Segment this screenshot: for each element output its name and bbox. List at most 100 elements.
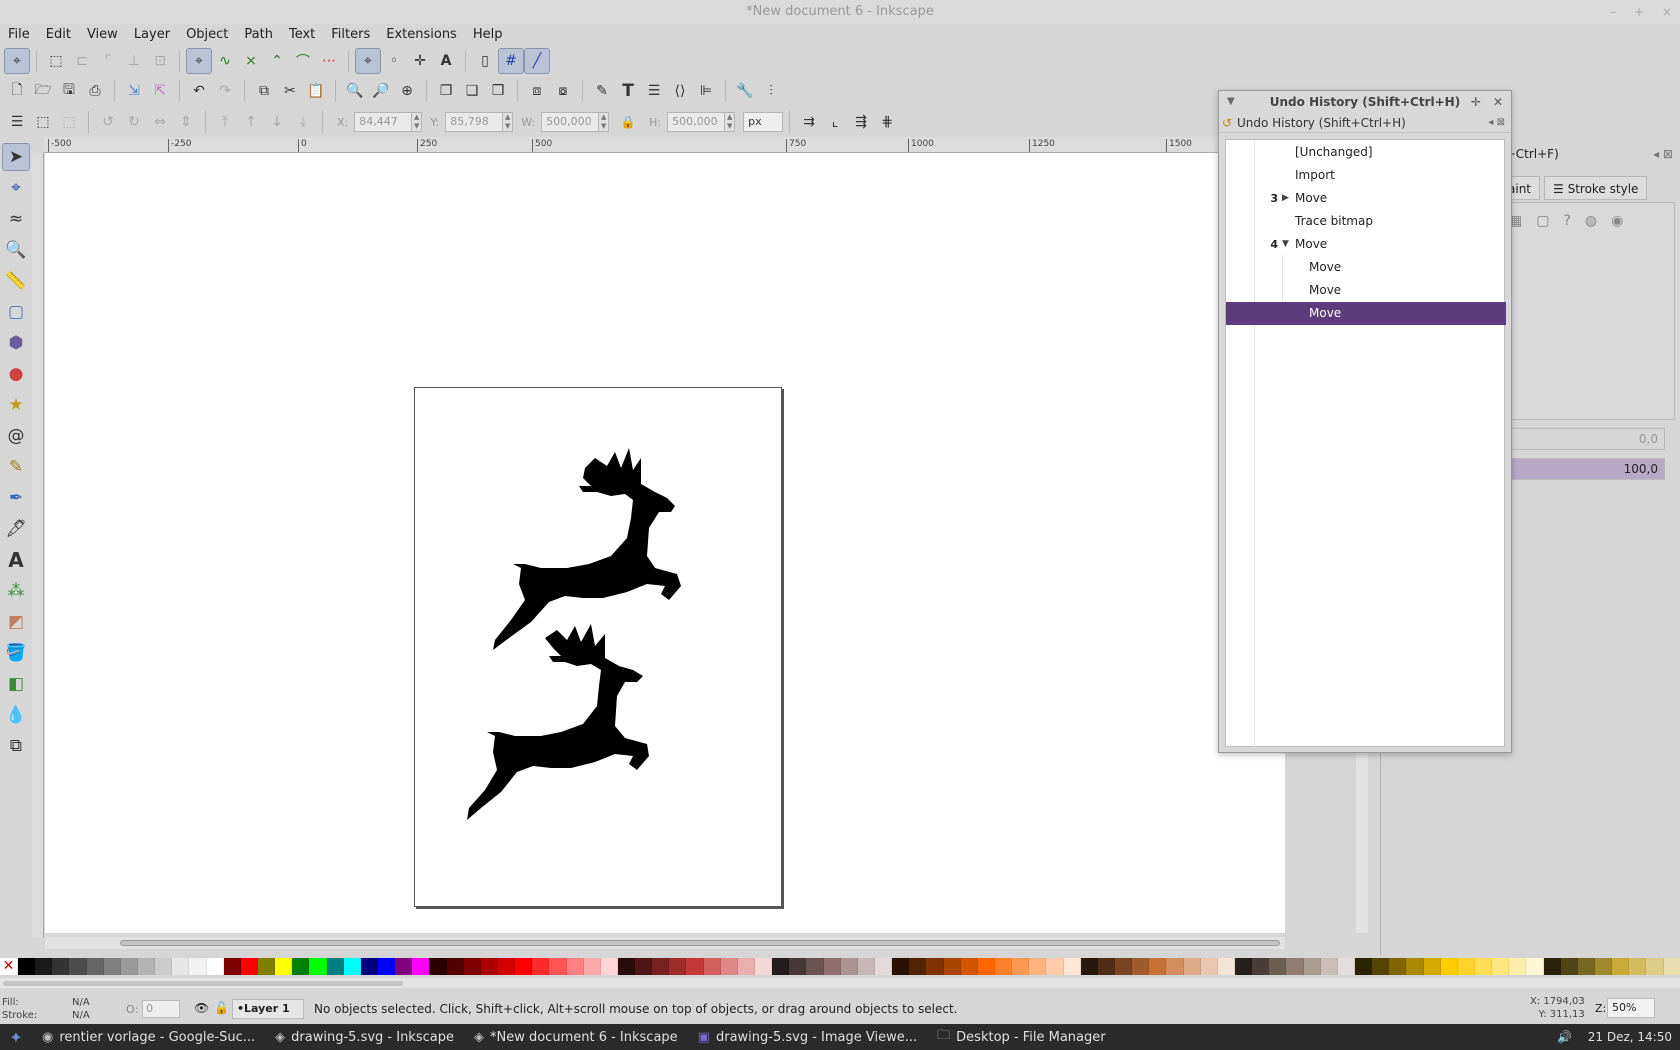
maximize-button[interactable]: + [1634,5,1644,19]
color-swatch[interactable] [257,958,276,975]
raise-icon[interactable]: ↑ [238,109,264,135]
color-swatch[interactable] [18,958,36,975]
lower-to-bottom-icon[interactable]: ⤓ [290,109,316,135]
snap-bbox-corner-icon[interactable]: ⌜ [95,48,121,74]
menu-path[interactable]: Path [236,24,281,46]
color-swatch[interactable] [1234,958,1253,975]
fill-type-icons[interactable]: ▦▢?◍◉ [1509,213,1637,229]
scale-corners-icon[interactable]: ⌞ [822,109,848,135]
current-layer-select[interactable]: •Layer 1 [232,999,304,1019]
color-swatch[interactable] [875,958,893,975]
lower-icon[interactable]: ↓ [264,109,290,135]
color-swatch[interactable] [703,958,721,975]
3d-box-tool-icon[interactable]: ⬢ [2,329,30,357]
layer-visibility-icon[interactable]: 👁 [194,1001,209,1015]
color-swatch[interactable] [1166,958,1184,975]
color-swatch[interactable] [1440,958,1458,975]
snap-nodes-icon[interactable]: ⌖ [186,48,212,74]
color-swatch[interactable] [720,958,738,975]
color-swatch[interactable] [600,958,618,975]
color-swatch[interactable] [1629,958,1647,975]
copy-icon[interactable]: ⧉ [251,78,277,104]
color-swatch[interactable] [172,958,190,975]
expand-arrow-icon[interactable]: ▶ [1282,187,1289,210]
color-swatch[interactable] [69,958,87,975]
color-swatch[interactable] [1646,958,1664,975]
color-swatch[interactable] [1474,958,1493,975]
color-swatch[interactable] [1115,958,1133,975]
color-swatch[interactable] [515,958,533,975]
color-swatch[interactable] [137,958,156,975]
menu-view[interactable]: View [79,24,126,46]
raise-to-top-icon[interactable]: ⤒ [212,109,238,135]
color-swatch[interactable] [617,958,636,975]
zoom-drawing-icon[interactable]: 🔎 [368,78,394,104]
color-swatch[interactable] [103,958,121,975]
color-swatch[interactable] [977,958,996,975]
reindeer-top-shape[interactable] [493,448,681,650]
color-swatch[interactable] [857,958,876,975]
undo-row-move-child[interactable]: Move [1226,256,1506,279]
color-swatch[interactable] [755,958,773,975]
undo-row-trace-bitmap[interactable]: Trace bitmap [1226,210,1506,233]
spray-tool-icon[interactable]: ⁂ [2,577,30,605]
color-swatch[interactable] [1303,958,1321,975]
redo-icon[interactable]: ↷ [212,78,238,104]
color-swatch[interactable] [497,958,516,975]
snap-centers-icon[interactable]: ◦ [381,48,407,74]
cut-icon[interactable]: ✂ [277,78,303,104]
tweak-tool-icon[interactable]: ≈ [2,205,30,233]
document-properties-icon[interactable]: ⫶ [758,78,784,104]
color-swatch[interactable] [686,958,704,975]
color-swatch[interactable] [1149,958,1167,975]
color-swatch[interactable] [395,958,413,975]
snap-cusp-nodes-icon[interactable]: ⌃ [264,48,290,74]
color-swatch[interactable] [1046,958,1064,975]
color-swatch[interactable] [1526,958,1544,975]
task-inkscape-new-doc[interactable]: ◈ *New document 6 - Inkscape [464,1024,688,1050]
color-swatch[interactable] [1337,958,1355,975]
transform-gradients-icon[interactable]: ⇶ [848,109,874,135]
color-swatch[interactable] [669,958,687,975]
color-swatch[interactable] [806,958,824,975]
color-swatch[interactable] [823,958,841,975]
color-swatch[interactable] [1612,958,1630,975]
y-field[interactable]: 85,798 [445,112,504,132]
connector-tool-icon[interactable]: ⧉ [2,732,30,760]
zoom-field[interactable]: 50% [1607,998,1655,1018]
reindeer-bottom-shape[interactable] [467,624,649,820]
color-swatch[interactable] [377,958,396,975]
fill-stroke-indicator[interactable]: Fill: N/A Stroke: N/A [2,996,142,1022]
w-stepper[interactable]: ▲ ▼ [599,112,610,132]
undo-row-move-group-3[interactable]: 3 ▶ Move [1226,187,1506,210]
undo-dock-controls[interactable]: ◂ ⊠ [1488,113,1505,133]
undo-row-move-group-4[interactable]: 4 ▼ Move [1226,233,1506,256]
color-swatch[interactable] [1063,958,1081,975]
minimize-button[interactable]: – [1610,5,1616,19]
selector-tool-icon[interactable]: ➤ [2,143,30,171]
select-all-icon[interactable]: ☰ [4,109,30,135]
zoom-selection-icon[interactable]: 🔍 [342,78,368,104]
color-swatch[interactable] [1097,958,1115,975]
zoom-page-icon[interactable]: ⊕ [394,78,420,104]
color-swatch[interactable] [86,958,104,975]
color-swatch[interactable] [1183,958,1201,975]
text-font-icon[interactable]: T [615,78,641,104]
menu-edit[interactable]: Edit [38,24,79,46]
color-swatch[interactable] [1354,958,1373,975]
color-swatch[interactable] [1012,958,1030,975]
paint-bucket-tool-icon[interactable]: 🪣 [2,639,30,667]
horizontal-scrollbar-thumb[interactable] [120,940,1280,946]
color-swatch[interactable] [52,958,70,975]
snap-bbox-edge-icon[interactable]: ⊏ [69,48,95,74]
snap-line-midpoints-icon[interactable]: ⋯ [316,48,342,74]
snap-text-baseline-icon[interactable]: A [433,48,459,74]
window-menu-icon[interactable]: ▼ [1227,91,1235,113]
task-image-viewer[interactable]: ▣ drawing-5.svg - Image Viewe... [688,1024,927,1050]
task-inkscape-drawing5[interactable]: ◈ drawing-5.svg - Inkscape [265,1024,464,1050]
rotate-ccw-icon[interactable]: ↺ [95,109,121,135]
color-swatch[interactable] [1269,958,1287,975]
undo-window-close-icon[interactable]: ✕ [1493,95,1503,109]
menu-filters[interactable]: Filters [323,24,378,46]
palette-scrollbar[interactable] [0,978,1680,988]
